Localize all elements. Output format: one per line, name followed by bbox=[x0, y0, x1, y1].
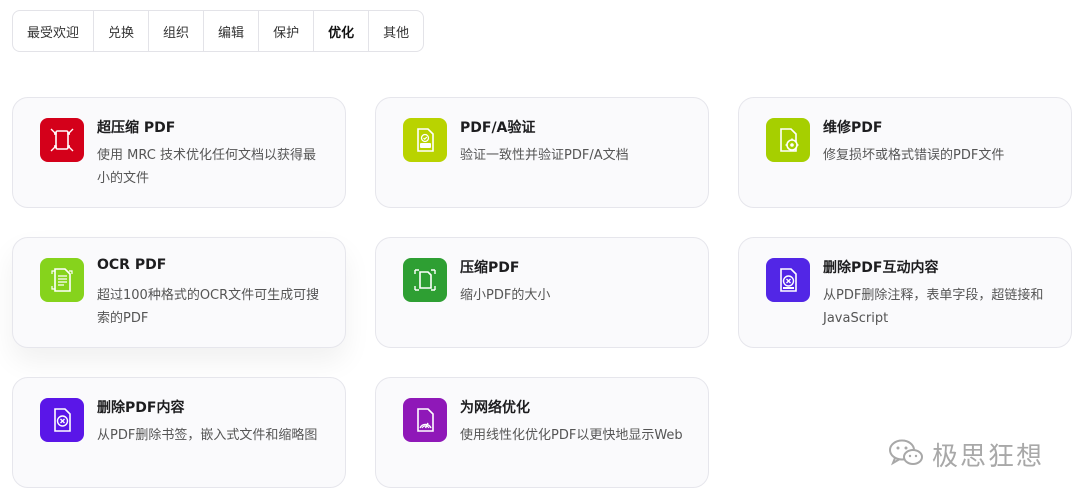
tab-convert[interactable]: 兑换 bbox=[94, 11, 150, 51]
wechat-watermark: 极思狂想 bbox=[888, 436, 1044, 473]
card-title: PDF/A验证 bbox=[460, 120, 536, 136]
card-description: 使用 MRC 技术优化任何文档以获得最小的文件 bbox=[97, 148, 316, 186]
category-tabs: 最受欢迎 兑换 组织 编辑 保护 优化 其他 bbox=[12, 10, 425, 52]
tool-card-remove-interactive[interactable]: 删除PDF互动内容 从PDF删除注释，表单字段，超链接和JavaScript bbox=[738, 237, 1072, 348]
repair-gear-icon bbox=[766, 118, 810, 162]
tab-most-popular[interactable]: 最受欢迎 bbox=[13, 11, 95, 51]
card-title: 维修PDF bbox=[823, 120, 883, 136]
tool-card-remove-content[interactable]: 删除PDF内容 从PDF删除书签，嵌入式文件和缩略图 bbox=[12, 377, 346, 488]
tab-optimize[interactable]: 优化 bbox=[314, 11, 370, 51]
ocr-document-icon bbox=[40, 258, 84, 302]
card-description: 超过100种格式的OCR文件可生成可搜索的PDF bbox=[97, 288, 320, 326]
tab-edit[interactable]: 编辑 bbox=[204, 11, 260, 51]
card-title: 压缩PDF bbox=[460, 260, 520, 276]
tab-other[interactable]: 其他 bbox=[369, 11, 423, 51]
tab-protect[interactable]: 保护 bbox=[259, 11, 315, 51]
tab-organize[interactable]: 组织 bbox=[149, 11, 205, 51]
pdfa-validate-icon bbox=[403, 118, 447, 162]
remove-content-icon bbox=[40, 398, 84, 442]
tool-card-pdfa-validate[interactable]: PDF/A验证 验证一致性并验证PDF/A文档 bbox=[375, 97, 709, 208]
compress-icon bbox=[403, 258, 447, 302]
card-description: 修复损坏或格式错误的PDF文件 bbox=[823, 148, 1005, 163]
card-description: 使用线性化优化PDF以更快地显示Web bbox=[460, 428, 683, 443]
card-title: OCR PDF bbox=[97, 257, 167, 273]
tool-card-repair[interactable]: 维修PDF 修复损坏或格式错误的PDF文件 bbox=[738, 97, 1072, 208]
card-description: 缩小PDF的大小 bbox=[460, 288, 551, 303]
card-description: 从PDF删除注释，表单字段，超链接和JavaScript bbox=[823, 288, 1044, 326]
card-description: 验证一致性并验证PDF/A文档 bbox=[460, 148, 629, 163]
super-compress-icon bbox=[40, 118, 84, 162]
tool-card-ocr[interactable]: OCR PDF 超过100种格式的OCR文件可生成可搜索的PDF bbox=[12, 237, 346, 348]
remove-interactive-icon bbox=[766, 258, 810, 302]
card-title: 删除PDF互动内容 bbox=[823, 260, 939, 276]
wechat-icon bbox=[888, 438, 924, 472]
tool-card-compress[interactable]: 压缩PDF 缩小PDF的大小 bbox=[375, 237, 709, 348]
card-title: 为网络优化 bbox=[460, 400, 530, 416]
card-title: 删除PDF内容 bbox=[97, 400, 185, 416]
tool-card-super-compress[interactable]: 超压缩 PDF 使用 MRC 技术优化任何文档以获得最小的文件 bbox=[12, 97, 346, 208]
web-optimize-icon bbox=[403, 398, 447, 442]
card-title: 超压缩 PDF bbox=[97, 120, 176, 136]
watermark-text: 极思狂想 bbox=[931, 442, 1044, 472]
tool-card-web-optimize[interactable]: 为网络优化 使用线性化优化PDF以更快地显示Web bbox=[375, 377, 709, 488]
card-description: 从PDF删除书签，嵌入式文件和缩略图 bbox=[97, 428, 318, 443]
